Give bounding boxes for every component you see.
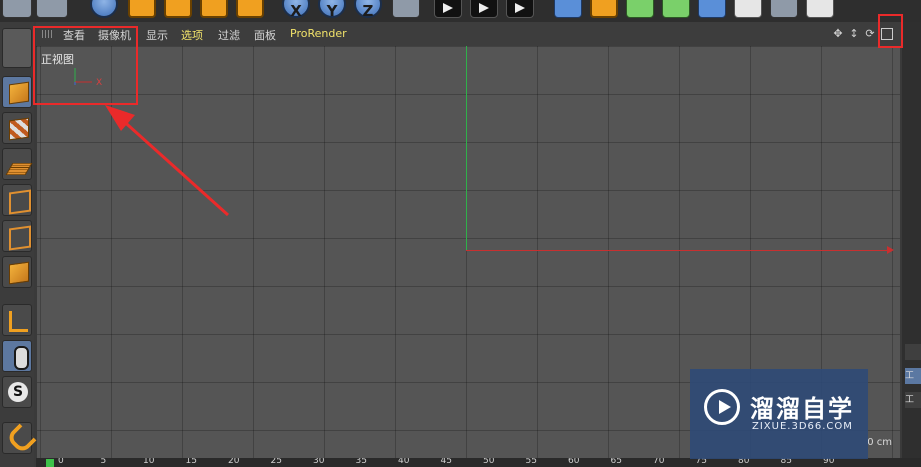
polygons-mode-icon[interactable] — [2, 256, 32, 288]
live-selection-icon[interactable] — [90, 0, 118, 18]
workplane-mode-icon[interactable] — [2, 148, 33, 180]
last-tool-icon[interactable] — [236, 0, 264, 18]
render-view-icon[interactable] — [434, 0, 462, 18]
right-side-panel: 工 工 — [902, 22, 921, 467]
render-settings-icon[interactable] — [506, 0, 534, 18]
timeline-tick: 0 — [58, 458, 64, 466]
watermark-title: 溜溜自学 — [750, 395, 854, 423]
edges-mode-icon[interactable] — [2, 220, 32, 252]
menu-filter[interactable]: 过滤 — [218, 27, 240, 43]
rotate-tool-icon[interactable] — [200, 0, 228, 18]
world-y-axis — [466, 46, 467, 251]
timeline-tick: 25 — [270, 458, 282, 466]
texture-mode-icon[interactable] — [2, 112, 32, 144]
timeline-tick: 35 — [355, 458, 367, 466]
subdivision-surface-icon[interactable] — [626, 0, 654, 18]
annotation-highlight-view-label — [33, 26, 138, 105]
zoom-view-icon[interactable]: ↕ — [848, 28, 860, 40]
timeline-tick: 80 — [738, 458, 750, 466]
timeline-tick: 70 — [653, 458, 665, 466]
timeline-tick: 15 — [185, 458, 197, 466]
timeline-tick: 45 — [440, 458, 452, 466]
floor-object-icon[interactable] — [734, 0, 762, 18]
timeline-tick: 60 — [568, 458, 580, 466]
timeline-tick: 20 — [228, 458, 240, 466]
rotate-view-icon[interactable]: ⟳ — [864, 28, 876, 40]
points-mode-icon[interactable] — [2, 184, 32, 216]
model-mode-icon[interactable] — [2, 76, 32, 108]
x-axis-lock[interactable]: X — [282, 0, 310, 20]
coordinate-system-icon[interactable] — [392, 0, 420, 18]
right-panel-tab-1[interactable]: 工 — [905, 368, 921, 384]
z-axis-lock-label: Z — [362, 2, 374, 20]
layout-grip-icon[interactable] — [2, 0, 32, 18]
scale-tool-icon[interactable] — [164, 0, 192, 18]
cloner-icon[interactable] — [662, 0, 690, 18]
snapping-icon[interactable] — [2, 422, 37, 455]
light-icon[interactable] — [806, 0, 834, 18]
annotation-highlight-layout-button — [878, 14, 903, 48]
axis-mode-icon[interactable] — [2, 304, 32, 336]
render-to-picture-viewer-icon[interactable] — [470, 0, 498, 18]
right-panel-tab-2[interactable]: 工 — [905, 392, 921, 408]
world-x-axis — [466, 250, 892, 251]
move-tool-icon[interactable] — [128, 0, 156, 18]
menu-options[interactable]: 选项 — [181, 27, 203, 43]
solo-mode-icon[interactable]: S — [2, 376, 32, 408]
playhead-marker[interactable] — [46, 459, 54, 467]
timeline-tick: 85 — [780, 458, 792, 466]
menu-display[interactable]: 显示 — [146, 27, 168, 43]
timeline-tick: 30 — [313, 458, 325, 466]
tweak-mode-icon[interactable] — [2, 340, 32, 372]
grid-unit-label: 0 cm — [867, 437, 892, 448]
camera-icon[interactable] — [770, 0, 798, 18]
top-toolbar: X Y Z — [0, 0, 921, 22]
timeline-tick: 5 — [100, 458, 107, 466]
timeline-ruler[interactable]: 0 5 10 15 20 25 30 35 40 45 50 55 60 65 70 75 80 85 90 — [36, 458, 921, 467]
watermark-play-icon — [704, 389, 740, 425]
timeline-tick: 40 — [398, 458, 410, 466]
y-axis-lock[interactable]: Y — [318, 0, 346, 20]
timeline-tick: 55 — [525, 458, 537, 466]
make-editable-icon[interactable] — [2, 28, 32, 68]
right-panel-icon[interactable] — [905, 344, 921, 360]
undo-icon[interactable] — [36, 0, 68, 18]
timeline-tick: 65 — [610, 458, 622, 466]
timeline-tick: 10 — [143, 458, 155, 466]
x-axis-lock-label: X — [290, 2, 302, 20]
menu-prorender[interactable]: ProRender — [290, 27, 347, 40]
timeline-tick: 50 — [483, 458, 495, 466]
timeline-tick: 75 — [695, 458, 707, 466]
viewport-menubar: 查看 摄像机 显示 选项 过滤 面板 ProRender ✥ ↕ ⟳ — [36, 22, 904, 47]
y-axis-lock-label: Y — [326, 2, 338, 20]
spline-pen-icon[interactable] — [590, 0, 618, 18]
menu-panel[interactable]: 面板 — [254, 27, 276, 43]
timeline-tick: 90 — [823, 458, 835, 466]
watermark-url: ZIXUE.3D66.COM — [752, 421, 853, 432]
deformer-icon[interactable] — [698, 0, 726, 18]
pan-view-icon[interactable]: ✥ — [832, 28, 844, 40]
watermark-logo: 溜溜自学 ZIXUE.3D66.COM — [690, 369, 868, 459]
x-axis-arrow-icon — [887, 246, 894, 254]
cube-object-icon[interactable] — [554, 0, 582, 18]
annotation-arrow — [105, 105, 230, 217]
z-axis-lock[interactable]: Z — [354, 0, 382, 20]
left-mode-palette: S — [0, 22, 37, 467]
